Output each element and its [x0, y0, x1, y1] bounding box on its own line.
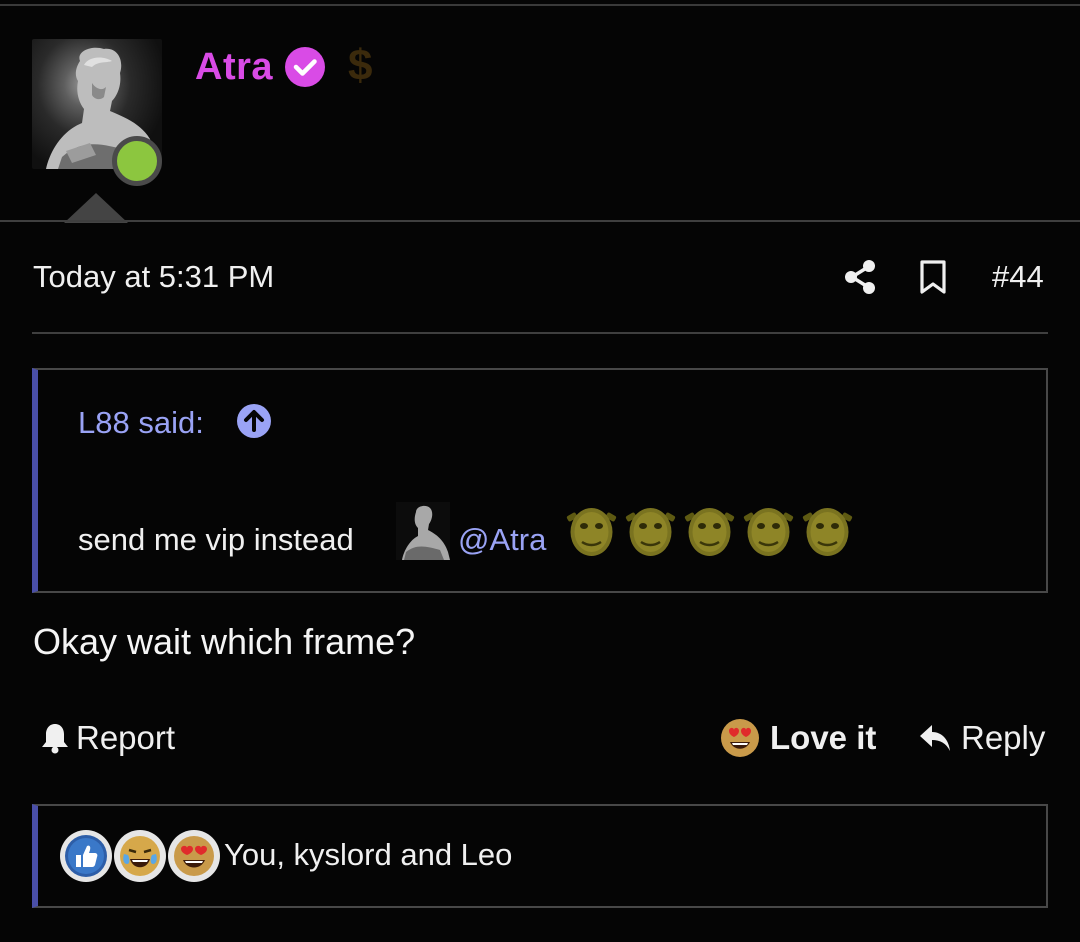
dollar-sign-icon: $ — [348, 41, 373, 90]
love-reaction-icon[interactable] — [168, 830, 220, 882]
mention-avatar-image — [396, 502, 450, 560]
heart-eyes-emoji-icon[interactable] — [720, 718, 760, 758]
online-status-indicator — [112, 136, 162, 186]
shrek-emoji-icon — [743, 508, 794, 556]
share-icon[interactable] — [843, 259, 877, 295]
reaction-users-list[interactable]: You, kyslord and Leo — [224, 836, 512, 874]
shrek-emoji-icon — [625, 508, 676, 556]
shrek-emoji-icon — [684, 508, 735, 556]
reply-arrow-icon[interactable] — [918, 721, 954, 755]
post-container: Atra $ Today at 5:31 PM #44 L88 said: se… — [0, 0, 1080, 942]
author-username[interactable]: Atra — [195, 44, 273, 90]
reactions-bar[interactable]: You, kyslord and Leo — [32, 804, 1048, 908]
post-number-link[interactable]: #44 — [992, 258, 1044, 296]
quote-author-link[interactable]: L88 said: — [78, 404, 204, 442]
avatar-pointer-arrow — [64, 193, 128, 223]
user-mention-link[interactable]: @Atra — [458, 521, 546, 559]
shrek-emoji-icon — [566, 508, 617, 556]
quote-block: L88 said: send me vip instead @Atra — [32, 368, 1048, 593]
laugh-cry-reaction-icon[interactable] — [114, 830, 166, 882]
arrow-up-circle-icon[interactable] — [236, 403, 272, 439]
bell-icon[interactable] — [40, 722, 70, 754]
post-message-body: Okay wait which frame? — [33, 621, 416, 662]
header-divider — [0, 220, 1080, 222]
verified-badge-icon — [285, 47, 325, 87]
report-button[interactable]: Report — [76, 718, 175, 758]
shrek-emoji-icon — [802, 508, 853, 556]
reply-button[interactable]: Reply — [961, 718, 1045, 758]
love-it-button[interactable]: Love it — [770, 718, 876, 758]
meta-divider — [32, 332, 1048, 334]
quote-text: send me vip instead — [78, 522, 354, 557]
top-divider — [0, 4, 1080, 6]
like-reaction-icon[interactable] — [60, 830, 112, 882]
bookmark-icon[interactable] — [918, 259, 948, 295]
post-timestamp[interactable]: Today at 5:31 PM — [33, 258, 274, 296]
shrek-emoji-row — [564, 498, 855, 558]
